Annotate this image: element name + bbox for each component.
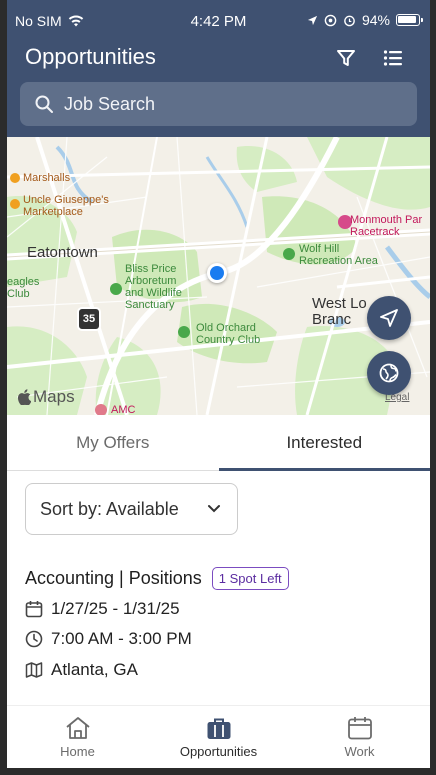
clock-icon [25,630,43,648]
filter-button[interactable] [332,44,360,72]
battery-icon [396,14,423,26]
uncle-label-line1: Uncle Giuseppe's [23,194,109,206]
job-dates-row: 1/27/25 - 1/31/25 [25,599,180,619]
nav-home[interactable]: Home [7,706,148,768]
map-label-wolf-hill: Wolf Hill Recreation Area [299,243,378,267]
battery-percent: 94% [361,12,390,28]
uncle-label-line2: Marketplace [23,206,83,218]
map-label-old-orchard: Old Orchard Country Club [196,322,260,346]
tab-interested[interactable]: Interested [218,415,431,471]
eagles-label-line2: Club [7,288,30,300]
list-icon [383,50,402,66]
tab-my-offers[interactable]: My Offers [7,415,219,470]
chevron-down-icon [207,505,220,513]
apple-maps-logo: Maps [17,387,75,407]
offers-tabs: My Offers Interested [7,415,430,471]
search-icon [35,95,53,113]
nav-work-label: Work [344,743,375,759]
shopping-pin-icon [10,173,20,183]
calendar-icon [347,716,372,739]
wolf-label-line1: Wolf Hill [299,243,340,255]
map-view[interactable]: Marshalls Uncle Giuseppe's Marketplace Mo… [7,137,430,415]
job-title: Accounting | Positions [25,568,202,588]
map-icon [25,662,43,678]
calendar-icon [25,601,43,618]
cinema-pin-icon [95,404,107,415]
search-placeholder: Job Search [64,93,156,114]
sort-label: Sort by: Available [40,498,179,519]
orchard-label-line1: Old Orchard [196,322,256,334]
bliss-label-line3: and Wildlife [125,287,182,299]
current-location-dot [207,263,227,283]
maps-logo-text: Maps [33,387,75,406]
monmouth-label-line2: Racetrack [350,226,400,238]
nav-work[interactable]: Work [289,706,430,768]
recenter-location-button[interactable] [367,296,411,340]
job-location-row: Atlanta, GA [25,660,138,680]
westlong-label-line1: West Lo [312,295,367,312]
map-label-bliss-price: Bliss Price Arboretum and Wildlife Sanctuar… [125,263,182,311]
map-type-button[interactable] [367,351,411,395]
shopping-pin-icon [10,199,20,209]
map-label-amc: AMC [111,404,136,415]
status-right: 94% [307,12,423,28]
map-label-eagles-club: eagles Club [7,276,39,300]
list-view-button[interactable] [379,44,407,72]
globe-icon [379,363,399,383]
monmouth-label-line1: Monmouth Par [350,214,423,226]
map-label-monmouth-park: Monmouth Par Racetrack [350,214,422,238]
bliss-label-line1: Bliss Price [125,263,177,275]
golf-pin-icon [178,326,190,338]
home-icon [65,716,90,739]
bliss-label-line2: Arboretum [125,275,177,287]
filter-icon [337,50,355,66]
apple-icon [17,389,31,405]
page-title: Opportunities [25,44,156,69]
bottom-navigation: Home Opportunities Work [7,705,430,768]
map-label-west-long-branch: West Lo Branc [312,296,367,328]
nav-opportunities[interactable]: Opportunities [148,706,289,768]
screen-lock-icon [324,14,337,26]
orchard-label-line2: Country Club [196,334,261,346]
app-header: No SIM 4:42 PM 94% Opportunities Job Sea… [7,0,430,137]
app-screen: No SIM 4:42 PM 94% Opportunities Job Sea… [7,0,430,768]
alarm-icon [344,15,355,26]
job-search-field[interactable]: Job Search [20,82,417,126]
map-label-uncle-giuseppes: Uncle Giuseppe's Marketplace [23,194,109,218]
nav-opportunities-label: Opportunities [179,743,258,759]
status-bar: No SIM 4:42 PM 94% [7,0,430,40]
route-35-shield: 35 [77,307,101,331]
park-pin-icon [283,248,295,260]
map-label-marshalls: Marshalls [23,172,71,184]
location-arrow-icon [307,15,318,25]
job-dates: 1/27/25 - 1/31/25 [51,599,180,618]
briefcase-icon [207,718,230,739]
nav-home-label: Home [60,743,95,759]
job-location: Atlanta, GA [51,660,138,679]
map-label-eatontown: Eatontown [27,244,98,261]
job-time-row: 7:00 AM - 3:00 PM [25,629,192,649]
westlong-label-line2: Branc [312,311,352,328]
bliss-label-line4: Sanctuary [125,299,175,311]
opportunity-list: Sort by: Available Accounting | Position… [7,472,430,705]
park-pin-icon [110,283,122,295]
spots-left-badge: 1 Spot Left [211,567,289,590]
sort-dropdown[interactable]: Sort by: Available [25,483,238,535]
eagles-label-line1: eagles [7,276,40,288]
job-time: 7:00 AM - 3:00 PM [51,629,192,648]
wolf-label-line2: Recreation Area [299,255,378,267]
job-card-title-row[interactable]: Accounting | Positions 1 Spot Left [25,567,289,590]
navigation-arrow-icon [380,309,398,327]
